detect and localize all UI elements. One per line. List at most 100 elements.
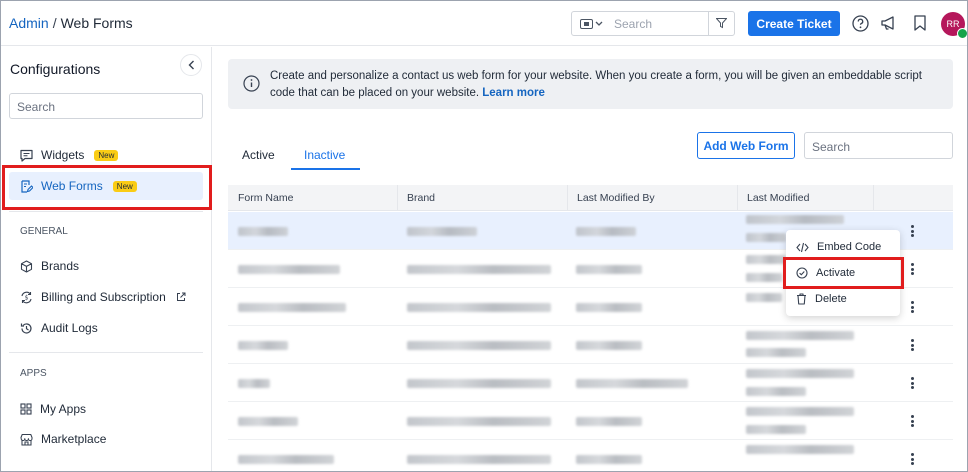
- sidebar-item-label: Brands: [41, 259, 80, 273]
- obscured-cell: [746, 387, 806, 396]
- obscured-cell: [746, 233, 786, 242]
- row-actions-icon[interactable]: [905, 299, 919, 315]
- user-avatar[interactable]: RR: [941, 12, 967, 39]
- sidebar-search-placeholder: Search: [17, 100, 56, 114]
- column-header-form-name: Form Name: [238, 192, 294, 204]
- column-divider: [567, 185, 568, 211]
- row-actions-icon[interactable]: [905, 451, 919, 467]
- tab-inactive[interactable]: Inactive: [304, 148, 345, 162]
- section-heading-apps: APPS: [20, 368, 47, 379]
- obscured-cell: [746, 331, 854, 340]
- obscured-cell: [746, 348, 806, 357]
- code-icon: [796, 242, 809, 252]
- obscured-cell: [746, 255, 786, 264]
- sidebar-item-audit-logs[interactable]: Audit Logs: [9, 314, 203, 342]
- menu-item-label: Delete: [815, 293, 847, 305]
- info-text: Create and personalize a contact us web …: [270, 68, 930, 102]
- global-search-input[interactable]: Search: [614, 17, 652, 31]
- obscured-cell: [407, 265, 551, 274]
- new-badge: New: [94, 149, 119, 161]
- create-ticket-button[interactable]: Create Ticket: [748, 11, 840, 36]
- sidebar-item-label: Billing and Subscription: [41, 290, 166, 304]
- row-actions-icon[interactable]: [905, 261, 919, 277]
- column-divider: [873, 185, 874, 211]
- obscured-cell: [576, 227, 636, 236]
- obscured-cell: [576, 379, 688, 388]
- obscured-cell: [407, 227, 477, 236]
- web-form-search-input[interactable]: Search: [804, 132, 953, 159]
- global-search[interactable]: Search: [571, 11, 735, 36]
- column-divider: [737, 185, 738, 211]
- obscured-cell: [407, 455, 551, 464]
- dollar-cycle-icon: $: [21, 291, 32, 303]
- obscured-cell: [746, 445, 854, 454]
- obscured-cell: [746, 425, 806, 434]
- obscured-cell: [407, 379, 551, 388]
- obscured-cell: [576, 417, 642, 426]
- menu-item-label: Embed Code: [817, 241, 882, 253]
- sidebar-item-billing[interactable]: $ Billing and Subscription: [9, 283, 203, 311]
- breadcrumb-admin-link[interactable]: Admin: [9, 15, 49, 31]
- obscured-cell: [238, 379, 270, 388]
- sidebar-item-label: Widgets: [41, 148, 85, 162]
- help-icon[interactable]: [851, 14, 869, 32]
- sidebar-item-marketplace[interactable]: Marketplace: [9, 425, 203, 453]
- obscured-cell: [576, 341, 642, 350]
- avatar-initials: RR: [946, 19, 960, 29]
- row-actions-icon[interactable]: [905, 223, 919, 239]
- tab-active[interactable]: Active: [242, 148, 275, 162]
- svg-text:$: $: [25, 294, 29, 301]
- obscured-cell: [238, 455, 334, 464]
- sidebar-title: Configurations: [10, 61, 101, 77]
- obscured-cell: [746, 293, 782, 302]
- sidebar-item-label: Marketplace: [41, 432, 107, 446]
- bookmark-icon[interactable]: [911, 14, 929, 32]
- learn-more-link[interactable]: Learn more: [482, 87, 545, 99]
- sidebar-item-brands[interactable]: Brands: [9, 252, 203, 280]
- breadcrumb-separator: /: [52, 15, 57, 31]
- info-banner: Create and personalize a contact us web …: [228, 59, 953, 109]
- chevron-left-icon: [188, 60, 194, 70]
- sidebar-item-label: My Apps: [40, 402, 87, 416]
- obscured-cell: [407, 341, 551, 350]
- menu-item-delete[interactable]: Delete: [786, 286, 900, 312]
- column-header-last-modified: Last Modified: [747, 192, 810, 204]
- store-icon: [20, 433, 33, 446]
- external-link-icon: [176, 292, 186, 301]
- highlight-box-activate: [783, 257, 904, 289]
- add-web-form-button[interactable]: Add Web Form: [697, 132, 795, 159]
- app-window: Admin / Web Forms Search Create Ticket RR: [0, 0, 968, 472]
- chevron-down-icon: [595, 21, 602, 26]
- info-icon: [243, 75, 260, 92]
- tab-selected-indicator: [291, 168, 360, 170]
- search-scope-dropdown[interactable]: [572, 12, 610, 35]
- row-actions-icon[interactable]: [905, 413, 919, 429]
- obscured-cell: [238, 417, 298, 426]
- highlight-box-web-forms: [2, 165, 212, 210]
- collapse-sidebar-button[interactable]: [180, 54, 202, 76]
- history-icon: [20, 322, 32, 334]
- column-header-brand: Brand: [407, 192, 436, 204]
- sidebar-item-label: Audit Logs: [41, 321, 98, 335]
- filter-icon[interactable]: [708, 12, 734, 35]
- obscured-cell: [407, 417, 551, 426]
- row-actions-icon[interactable]: [905, 337, 919, 353]
- online-status-icon: [957, 28, 967, 39]
- obscured-cell: [576, 455, 642, 464]
- sidebar-search-input[interactable]: Search: [9, 93, 203, 119]
- section-heading-general: GENERAL: [20, 226, 68, 237]
- obscured-cell: [576, 303, 642, 312]
- obscured-cell: [238, 341, 288, 350]
- grid-icon: [20, 403, 32, 415]
- table-header: Form Name Brand Last Modified By Last Mo…: [228, 185, 953, 211]
- obscured-cell: [238, 227, 288, 236]
- obscured-cell: [746, 407, 854, 416]
- announcement-icon[interactable]: [880, 14, 898, 32]
- obscured-cell: [238, 265, 340, 274]
- sidebar-item-my-apps[interactable]: My Apps: [9, 395, 203, 423]
- obscured-cell: [746, 273, 782, 282]
- row-actions-icon[interactable]: [905, 375, 919, 391]
- sidebar-divider: [9, 352, 203, 353]
- sidebar: Configurations Search Widgets New Web Fo…: [1, 47, 212, 471]
- sidebar-divider: [9, 211, 203, 212]
